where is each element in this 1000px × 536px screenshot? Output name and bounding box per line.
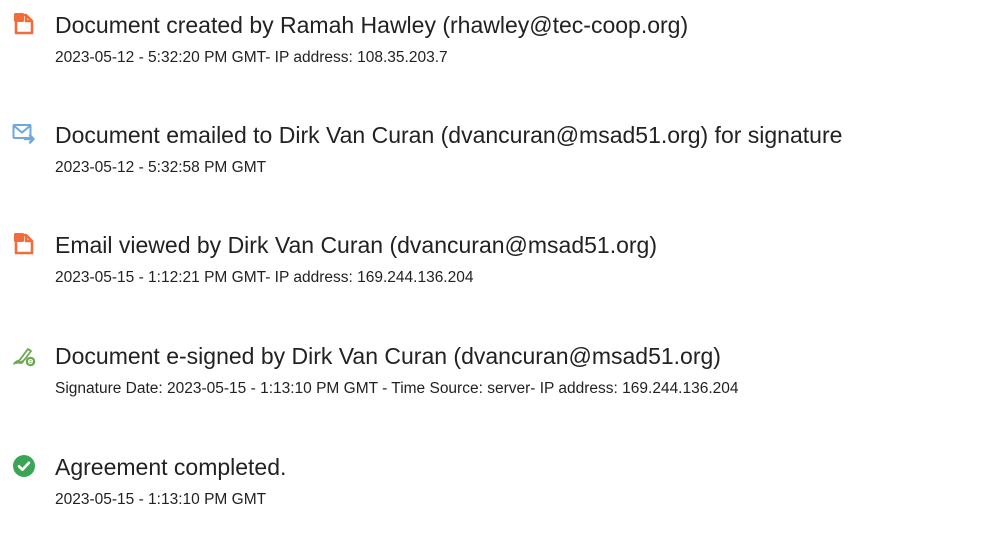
event-timestamp: 2023-05-15 - 1:12:21 PM GMT- IP address:… [55, 269, 474, 286]
event-title: Agreement completed. [55, 454, 287, 480]
event-title: Email viewed by Dirk Van Curan (dvancura… [55, 232, 658, 258]
document-created-icon [12, 12, 36, 36]
envelope-sent-icon [12, 122, 36, 146]
event-title: Document e-signed by Dirk Van Curan (dva… [55, 343, 721, 369]
audit-trail: Document created by Ramah Hawley (rhawle… [0, 0, 1000, 536]
audit-event-viewed: Email viewed by Dirk Van Curan (dvancura… [0, 232, 1000, 312]
event-timestamp: Signature Date: 2023-05-15 - 1:13:10 PM … [55, 380, 739, 397]
pen-signature-icon [12, 343, 36, 367]
event-title: Document emailed to Dirk Van Curan (dvan… [55, 122, 843, 148]
event-timestamp: 2023-05-12 - 5:32:58 PM GMT [55, 159, 267, 176]
event-title: Document created by Ramah Hawley (rhawle… [55, 12, 689, 38]
audit-event-completed: Agreement completed. 2023-05-15 - 1:13:1… [0, 454, 1000, 534]
event-timestamp: 2023-05-15 - 1:13:10 PM GMT [55, 491, 267, 508]
audit-event-signed: Document e-signed by Dirk Van Curan (dva… [0, 343, 1000, 423]
document-viewed-icon [12, 232, 36, 256]
audit-event-emailed: Document emailed to Dirk Van Curan (dvan… [0, 122, 1000, 202]
audit-event-created: Document created by Ramah Hawley (rhawle… [0, 12, 1000, 92]
checkmark-circle-icon [12, 454, 36, 478]
event-timestamp: 2023-05-12 - 5:32:20 PM GMT- IP address:… [55, 49, 448, 66]
